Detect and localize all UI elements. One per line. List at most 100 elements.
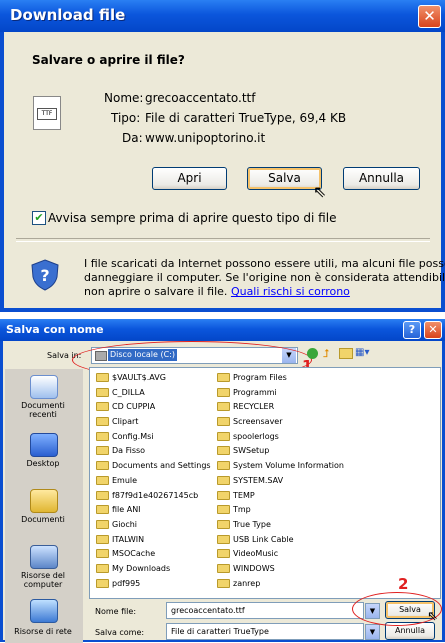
chevron-down-icon[interactable]: ▼ — [365, 624, 380, 640]
warning-line-3: non aprire o salvare il file. Quali risc… — [84, 285, 350, 298]
folder-item[interactable]: pdf995 — [96, 577, 216, 592]
folder-item[interactable]: spoolerlogs — [217, 430, 407, 445]
folder-item[interactable]: Screensaver — [217, 415, 407, 430]
folder-item[interactable]: RECYCLER — [217, 400, 407, 415]
from-value: www.unipoptorino.it — [145, 131, 266, 145]
folder-item[interactable]: Giochi — [96, 518, 216, 533]
desktop-icon — [30, 433, 58, 457]
ttf-file-icon: TTF — [33, 96, 61, 130]
up-folder-icon[interactable]: ⮥ — [323, 347, 330, 361]
close-icon[interactable]: ✕ — [424, 321, 442, 339]
type-label: Tipo: — [111, 111, 141, 125]
views-menu-icon[interactable]: ▦▾ — [355, 347, 369, 358]
folder-item[interactable]: MSOCache — [96, 547, 216, 562]
download-body: Salvare o aprire il file? TTF Nome: grec… — [4, 32, 445, 308]
folder-icon — [96, 578, 109, 588]
folder-name: MSOCache — [112, 549, 156, 559]
folder-item[interactable]: f87f9d1e40267145cb — [96, 489, 216, 504]
folder-name: SWSetup — [233, 446, 270, 456]
folder-icon — [96, 446, 109, 456]
folder-icon — [96, 490, 109, 500]
folder-name: Giochi — [112, 519, 138, 529]
folder-item[interactable]: WINDOWS — [217, 562, 407, 577]
file-list[interactable]: $VAULT$.AVG C_DILLA CD CUPPIA Clipart Config… — [89, 367, 441, 599]
place-recent[interactable]: Documenti recenti — [7, 371, 79, 431]
folder-name: Clipart — [112, 417, 139, 427]
annotation-2: 2 — [398, 575, 409, 593]
folder-item[interactable]: USB Link Cable — [217, 533, 407, 548]
folder-item[interactable]: C_DILLA — [96, 386, 216, 401]
folder-item[interactable]: Program Files — [217, 371, 407, 386]
folder-name: f87f9d1e40267145cb — [112, 490, 199, 500]
folder-name: SYSTEM.SAV — [233, 475, 284, 485]
savetype-label: Salva come: — [95, 628, 145, 637]
folder-icon — [217, 373, 230, 382]
folder-item[interactable]: Da Fisso — [96, 444, 216, 459]
open-button[interactable]: Apri — [152, 167, 227, 190]
folder-item[interactable]: SWSetup — [217, 444, 407, 459]
filename-input[interactable]: grecoaccentato.ttf — [166, 602, 364, 619]
risks-link[interactable]: Quali rischi si corrono — [231, 285, 350, 298]
folder-icon — [96, 475, 109, 485]
folder-item[interactable]: Tmp — [217, 503, 407, 518]
folder-icon — [217, 578, 230, 588]
folder-icon — [217, 402, 230, 412]
folder-item[interactable]: VideoMusic — [217, 547, 407, 562]
save-as-title-bar[interactable]: Salva con nome ? ✕ — [0, 319, 445, 341]
place-my-computer[interactable]: Risorse del computer — [7, 543, 79, 601]
folder-icon — [96, 373, 109, 382]
folder-item[interactable]: file ANI — [96, 503, 216, 518]
place-desktop[interactable]: Desktop — [7, 429, 79, 483]
new-folder-icon[interactable] — [339, 348, 353, 359]
folder-icon — [217, 563, 230, 573]
file-list-column-1: $VAULT$.AVG C_DILLA CD CUPPIA Clipart Config… — [96, 371, 216, 591]
folder-item[interactable]: Emule — [96, 474, 216, 489]
folder-name: True Type — [233, 519, 271, 529]
folder-item[interactable]: TEMP — [217, 489, 407, 504]
folder-item[interactable]: zanrep — [217, 577, 407, 592]
folder-icon — [217, 446, 230, 456]
folder-name: Da Fisso — [112, 446, 146, 456]
folder-name: System Volume Information — [233, 461, 344, 471]
folder-icon — [96, 534, 109, 544]
folder-icon — [217, 534, 230, 544]
folder-item[interactable]: Clipart — [96, 415, 216, 430]
folder-item[interactable]: Config.Msi — [96, 430, 216, 445]
folder-item[interactable]: $VAULT$.AVG — [96, 371, 216, 386]
folder-item[interactable]: Documents and Settings — [96, 459, 216, 474]
download-title-bar[interactable]: Download file ✕ — [0, 0, 445, 32]
help-icon[interactable]: ? — [403, 321, 421, 339]
folder-item[interactable]: Programmi — [217, 386, 407, 401]
always-ask-checkbox[interactable]: ✔ — [32, 211, 46, 225]
filename-label: Nome file: — [95, 607, 137, 616]
folder-icon — [217, 431, 230, 441]
save-button[interactable]: Salva — [247, 167, 322, 190]
folder-icon — [217, 505, 230, 515]
folder-icon — [96, 519, 109, 529]
from-label: Da: — [122, 131, 143, 145]
always-ask-label: Avvisa sempre prima di aprire questo tip… — [48, 211, 337, 225]
savetype-select[interactable]: File di caratteri TrueType — [166, 623, 364, 640]
type-value: File di caratteri TrueType, 69,4 KB — [145, 111, 347, 125]
mouse-cursor-icon: ⇖ — [427, 609, 438, 624]
close-icon[interactable]: ✕ — [418, 5, 441, 28]
place-documents[interactable]: Documenti — [7, 485, 79, 539]
file-list-column-2: Program Files Programmi RECYCLER Screensave… — [217, 371, 407, 591]
folder-item[interactable]: True Type — [217, 518, 407, 533]
folder-item[interactable]: CD CUPPIA — [96, 400, 216, 415]
place-network[interactable]: Risorse di rete — [7, 599, 79, 639]
folder-name: WINDOWS — [233, 563, 275, 573]
folder-item[interactable]: SYSTEM.SAV — [217, 474, 407, 489]
shield-icon: ? — [31, 259, 59, 291]
folder-item[interactable]: System Volume Information — [217, 459, 407, 474]
folder-icon — [96, 387, 109, 397]
folder-item[interactable]: ITALWIN — [96, 533, 216, 548]
cancel-button[interactable]: Annulla — [343, 167, 420, 190]
folder-name: C_DILLA — [112, 387, 145, 397]
folder-icon — [217, 417, 230, 427]
folder-item[interactable]: My Downloads — [96, 562, 216, 577]
back-icon[interactable] — [307, 348, 318, 359]
mouse-cursor-icon: ⇖ — [313, 182, 327, 201]
folder-icon — [96, 505, 109, 515]
folder-name: Program Files — [233, 373, 287, 382]
